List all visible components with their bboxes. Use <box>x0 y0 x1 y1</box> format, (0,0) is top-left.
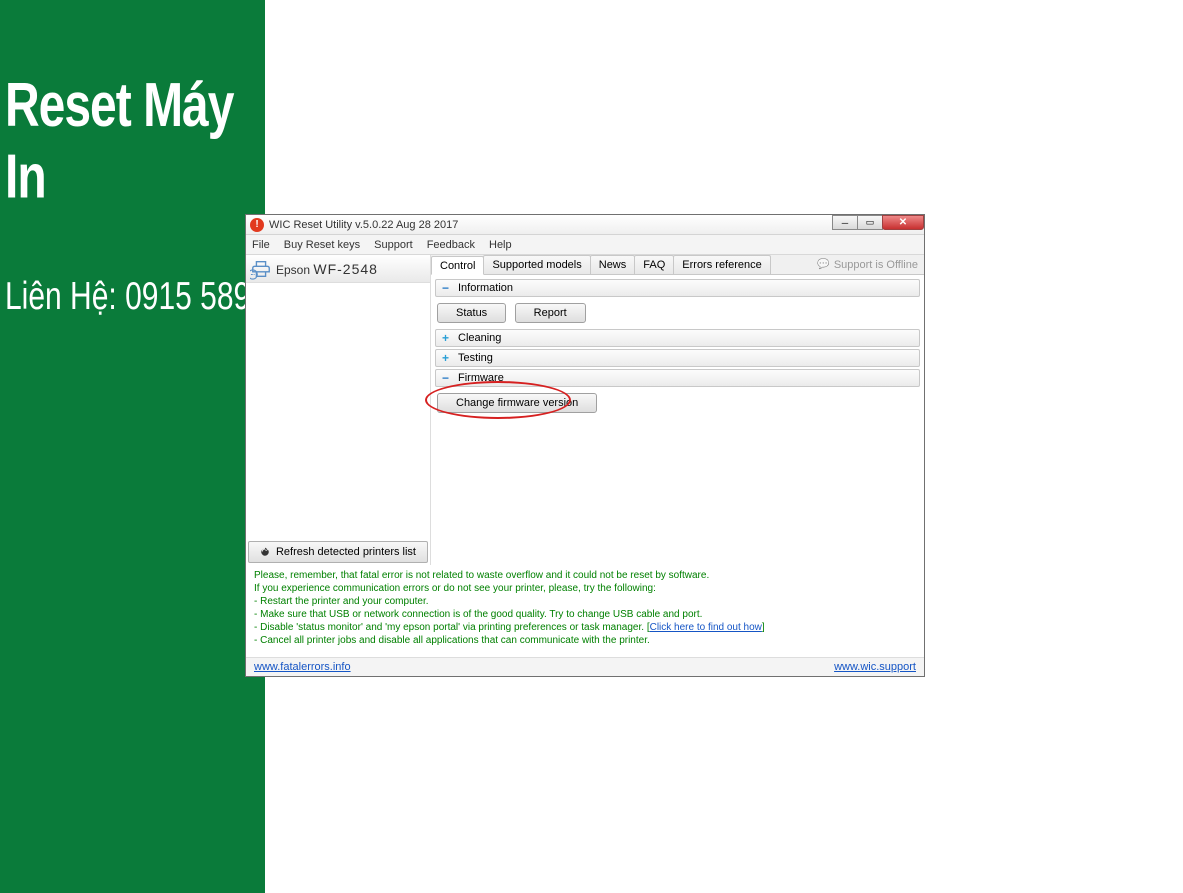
tab-news[interactable]: News <box>590 255 636 274</box>
section-cleaning[interactable]: + Cleaning <box>435 329 920 347</box>
notes-area: Please, remember, that fatal error is no… <box>246 565 924 657</box>
collapse-icon: − <box>442 281 452 295</box>
menu-buy-reset-keys[interactable]: Buy Reset keys <box>284 239 360 251</box>
main-panel: Control Supported models News FAQ Errors… <box>430 255 924 565</box>
expand-icon: + <box>442 331 452 345</box>
printer-icon <box>250 258 272 280</box>
menu-help[interactable]: Help <box>489 239 512 251</box>
section-firmware-body: Change firmware version <box>435 389 920 419</box>
printer-model: WF-2548 <box>313 261 378 277</box>
page-title: Reset Máy In <box>5 70 265 213</box>
menu-feedback[interactable]: Feedback <box>427 239 475 251</box>
app-icon <box>250 218 264 232</box>
note-line: - Make sure that USB or network connecti… <box>254 608 916 621</box>
close-button[interactable] <box>882 215 924 230</box>
report-button[interactable]: Report <box>515 303 586 323</box>
section-information-body: Status Report <box>435 299 920 329</box>
minimize-button[interactable] <box>832 215 858 230</box>
change-firmware-button[interactable]: Change firmware version <box>437 393 597 413</box>
wicsupport-link[interactable]: www.wic.support <box>834 661 916 673</box>
tab-errors-reference[interactable]: Errors reference <box>673 255 770 274</box>
menu-file[interactable]: File <box>252 239 270 251</box>
window-controls <box>833 215 924 230</box>
tab-control[interactable]: Control <box>431 256 484 275</box>
refresh-printers-button[interactable]: Refresh detected printers list <box>248 541 428 563</box>
section-firmware[interactable]: − Firmware <box>435 369 920 387</box>
note-line: Please, remember, that fatal error is no… <box>254 569 916 582</box>
status-monitor-help-link[interactable]: Click here to find out how <box>650 622 762 633</box>
wic-utility-window: WIC Reset Utility v.5.0.22 Aug 28 2017 F… <box>245 214 925 677</box>
contact-info: Liên Hệ: 0915 589 23 <box>5 275 265 319</box>
printer-list-item[interactable]: Epson WF-2548 <box>246 255 430 283</box>
note-line: If you experience communication errors o… <box>254 582 916 595</box>
refresh-icon <box>260 547 270 557</box>
printers-panel: Epson WF-2548 Refresh detected printers … <box>246 255 430 565</box>
menu-support[interactable]: Support <box>374 239 413 251</box>
tab-row: Control Supported models News FAQ Errors… <box>431 255 924 275</box>
tab-faq[interactable]: FAQ <box>634 255 674 274</box>
printer-brand: Epson <box>276 263 310 277</box>
page-sidebar: Reset Máy In Liên Hệ: 0915 589 23 <box>0 0 265 893</box>
note-line: - Cancel all printer jobs and disable al… <box>254 634 916 647</box>
tab-content: − Information Status Report + Cleaning +… <box>431 275 924 565</box>
maximize-button[interactable] <box>857 215 883 230</box>
section-testing[interactable]: + Testing <box>435 349 920 367</box>
note-line: - Restart the printer and your computer. <box>254 595 916 608</box>
section-information[interactable]: − Information <box>435 279 920 297</box>
menubar: File Buy Reset keys Support Feedback Hel… <box>246 235 924 255</box>
window-title: WIC Reset Utility v.5.0.22 Aug 28 2017 <box>269 219 833 231</box>
titlebar[interactable]: WIC Reset Utility v.5.0.22 Aug 28 2017 <box>246 215 924 235</box>
support-status[interactable]: Support is Offline <box>817 255 924 274</box>
collapse-icon: − <box>442 371 452 385</box>
tab-supported-models[interactable]: Supported models <box>483 255 590 274</box>
note-line: - Disable 'status monitor' and 'my epson… <box>254 621 916 634</box>
expand-icon: + <box>442 351 452 365</box>
highlight-circle: Change firmware version <box>437 393 601 413</box>
footer: www.fatalerrors.info www.wic.support <box>246 657 924 676</box>
fatalerrors-link[interactable]: www.fatalerrors.info <box>254 661 351 673</box>
status-button[interactable]: Status <box>437 303 506 323</box>
app-body: Epson WF-2548 Refresh detected printers … <box>246 255 924 565</box>
